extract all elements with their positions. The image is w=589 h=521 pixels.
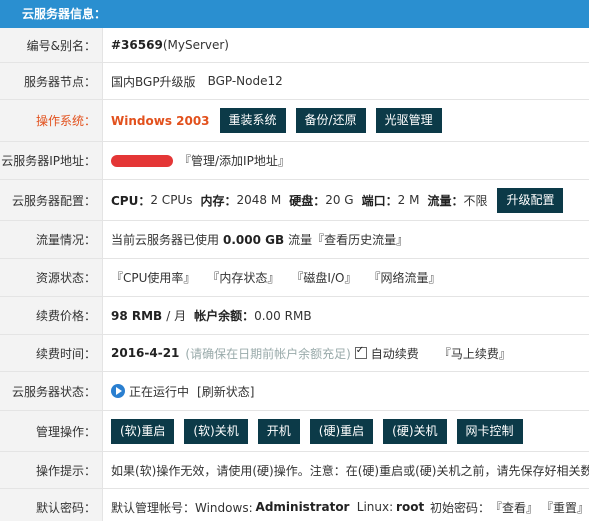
price-period: / 月 [166, 309, 187, 323]
cpu-label: CPU： [111, 193, 151, 208]
label-id-alias: 编号&别名： [0, 28, 103, 62]
soft-reboot-button[interactable]: (软)重启 [111, 418, 175, 444]
panel-header: 云服务器信息： [0, 0, 589, 28]
row-resources: 资源状态： 『CPU使用率』 『内存状态』 『磁盘I/O』 『网络流量』 [0, 259, 589, 297]
label-node: 服务器节点： [0, 63, 103, 99]
balance-value: 0.00 RMB [254, 308, 312, 323]
redacted-ip [111, 154, 173, 167]
manage-ip-link[interactable]: 『管理/添加IP地址』 [179, 152, 290, 169]
label-manage: 管理操作： [0, 411, 103, 451]
traffic-unit: 流量 [288, 233, 313, 247]
server-alias: (MyServer) [162, 38, 229, 52]
traffic-limit-value: 不限 [463, 193, 488, 208]
auto-renew-label: 自动续费 [370, 346, 419, 361]
row-password: 默认密码： 默认管理帐号：Windows: Administrator Linu… [0, 489, 589, 521]
label-ip: 云服务器IP地址： [0, 142, 103, 179]
disk-label: 硬盘： [289, 193, 326, 208]
linux-account: root [396, 500, 425, 514]
soft-shutdown-button[interactable]: (软)关机 [184, 418, 248, 444]
row-renew: 续费时间： 2016-4-21 (请确保在日期前帐户余额充足) 自动续费 『马上… [0, 335, 589, 372]
renew-now-link[interactable]: 『马上续费』 [439, 345, 511, 362]
running-play-icon [111, 384, 125, 398]
windows-account: Administrator [255, 500, 350, 514]
account-prefix: 默认管理帐号：Windows: [111, 500, 253, 515]
password-prefix: 初始密码： [430, 500, 491, 515]
reinstall-os-button[interactable]: 重装系统 [219, 108, 286, 133]
row-node: 服务器节点： 国内BGP升级版 BGP-Node12 [0, 63, 589, 100]
status-text: 正在运行中 [129, 384, 190, 399]
nic-control-button[interactable]: 网卡控制 [456, 418, 523, 444]
traffic-history-link[interactable]: 『查看历史流量』 [312, 231, 408, 248]
linux-prefix: Linux: [356, 500, 394, 514]
label-config: 云服务器配置： [0, 180, 103, 220]
row-ip: 云服务器IP地址： 『管理/添加IP地址』 [0, 142, 589, 180]
auto-renew-checkbox[interactable] [354, 345, 367, 359]
label-status: 云服务器状态： [0, 372, 103, 410]
mem-value: 2048 M [236, 193, 282, 207]
port-value: 2 M [397, 193, 420, 207]
backup-restore-button[interactable]: 备份/还原 [295, 108, 366, 133]
mem-label: 内存： [200, 193, 237, 208]
disk-io-link[interactable]: 『磁盘I/O』 [291, 269, 356, 286]
tips-text: 如果(软)操作无效，请使用(硬)操作。注意：在(硬)重启或(硬)关机之前，请先保… [111, 463, 589, 478]
row-tips: 操作提示： 如果(软)操作无效，请使用(硬)操作。注意：在(硬)重启或(硬)关机… [0, 452, 589, 489]
hard-reboot-button[interactable]: (硬)重启 [309, 418, 374, 444]
cdrom-manage-button[interactable]: 光驱管理 [375, 108, 442, 133]
reset-password-link[interactable]: 『重置』 [541, 499, 589, 516]
label-tips: 操作提示： [0, 452, 103, 488]
renew-hint: (请确保在日期前帐户余额充足) [185, 346, 351, 361]
label-renew: 续费时间： [0, 335, 103, 371]
balance-label: 帐户余额： [194, 309, 255, 323]
cpu-usage-link[interactable]: 『CPU使用率』 [111, 269, 195, 286]
label-password: 默认密码： [0, 489, 103, 521]
traffic-limit-label: 流量： [427, 193, 464, 208]
network-traffic-link[interactable]: 『网络流量』 [368, 269, 440, 286]
price-value: 98 RMB [111, 308, 163, 323]
label-resources: 资源状态： [0, 259, 103, 296]
traffic-used: 0.000 GB [223, 232, 285, 247]
node-line: 国内BGP升级版 [111, 74, 196, 89]
disk-value: 20 G [325, 193, 354, 207]
row-id-alias: 编号&别名： #36569 (MyServer) [0, 28, 589, 63]
label-os: 操作系统： [0, 100, 103, 141]
row-config: 云服务器配置： CPU： 2 CPUs 内存： 2048 M 硬盘： 20 G … [0, 180, 589, 221]
power-on-button[interactable]: 开机 [257, 418, 300, 444]
traffic-prefix: 当前云服务器已使用 [111, 233, 220, 247]
label-traffic: 流量情况： [0, 221, 103, 258]
hard-shutdown-button[interactable]: (硬)关机 [383, 418, 447, 444]
row-os: 操作系统： Windows 2003 重装系统 备份/还原 光驱管理 [0, 100, 589, 142]
os-value: Windows 2003 [111, 113, 210, 128]
view-password-link[interactable]: 『查看』 [490, 499, 538, 516]
refresh-status-link[interactable]: [刷新状态] [197, 383, 254, 400]
upgrade-config-button[interactable]: 升级配置 [497, 187, 564, 213]
label-price: 续费价格： [0, 297, 103, 334]
server-info-panel: 云服务器信息： 编号&别名： #36569 (MyServer) 服务器节点： … [0, 0, 589, 521]
cpu-value: 2 CPUs [150, 193, 193, 207]
memory-status-link[interactable]: 『内存状态』 [207, 269, 279, 286]
node-name: BGP-Node12 [207, 74, 283, 88]
expire-date: 2016-4-21 [111, 346, 180, 360]
row-manage: 管理操作： (软)重启 (软)关机 开机 (硬)重启 (硬)关机 网卡控制 [0, 411, 589, 452]
row-price: 续费价格： 98 RMB / 月 帐户余额： 0.00 RMB [0, 297, 589, 335]
panel-title: 云服务器信息： [22, 7, 107, 21]
row-traffic: 流量情况： 当前云服务器已使用 0.000 GB 流量 『查看历史流量』 [0, 221, 589, 259]
row-status: 云服务器状态： 正在运行中 [刷新状态] [0, 372, 589, 411]
server-id: #36569 [111, 38, 163, 52]
port-label: 端口： [361, 193, 398, 208]
